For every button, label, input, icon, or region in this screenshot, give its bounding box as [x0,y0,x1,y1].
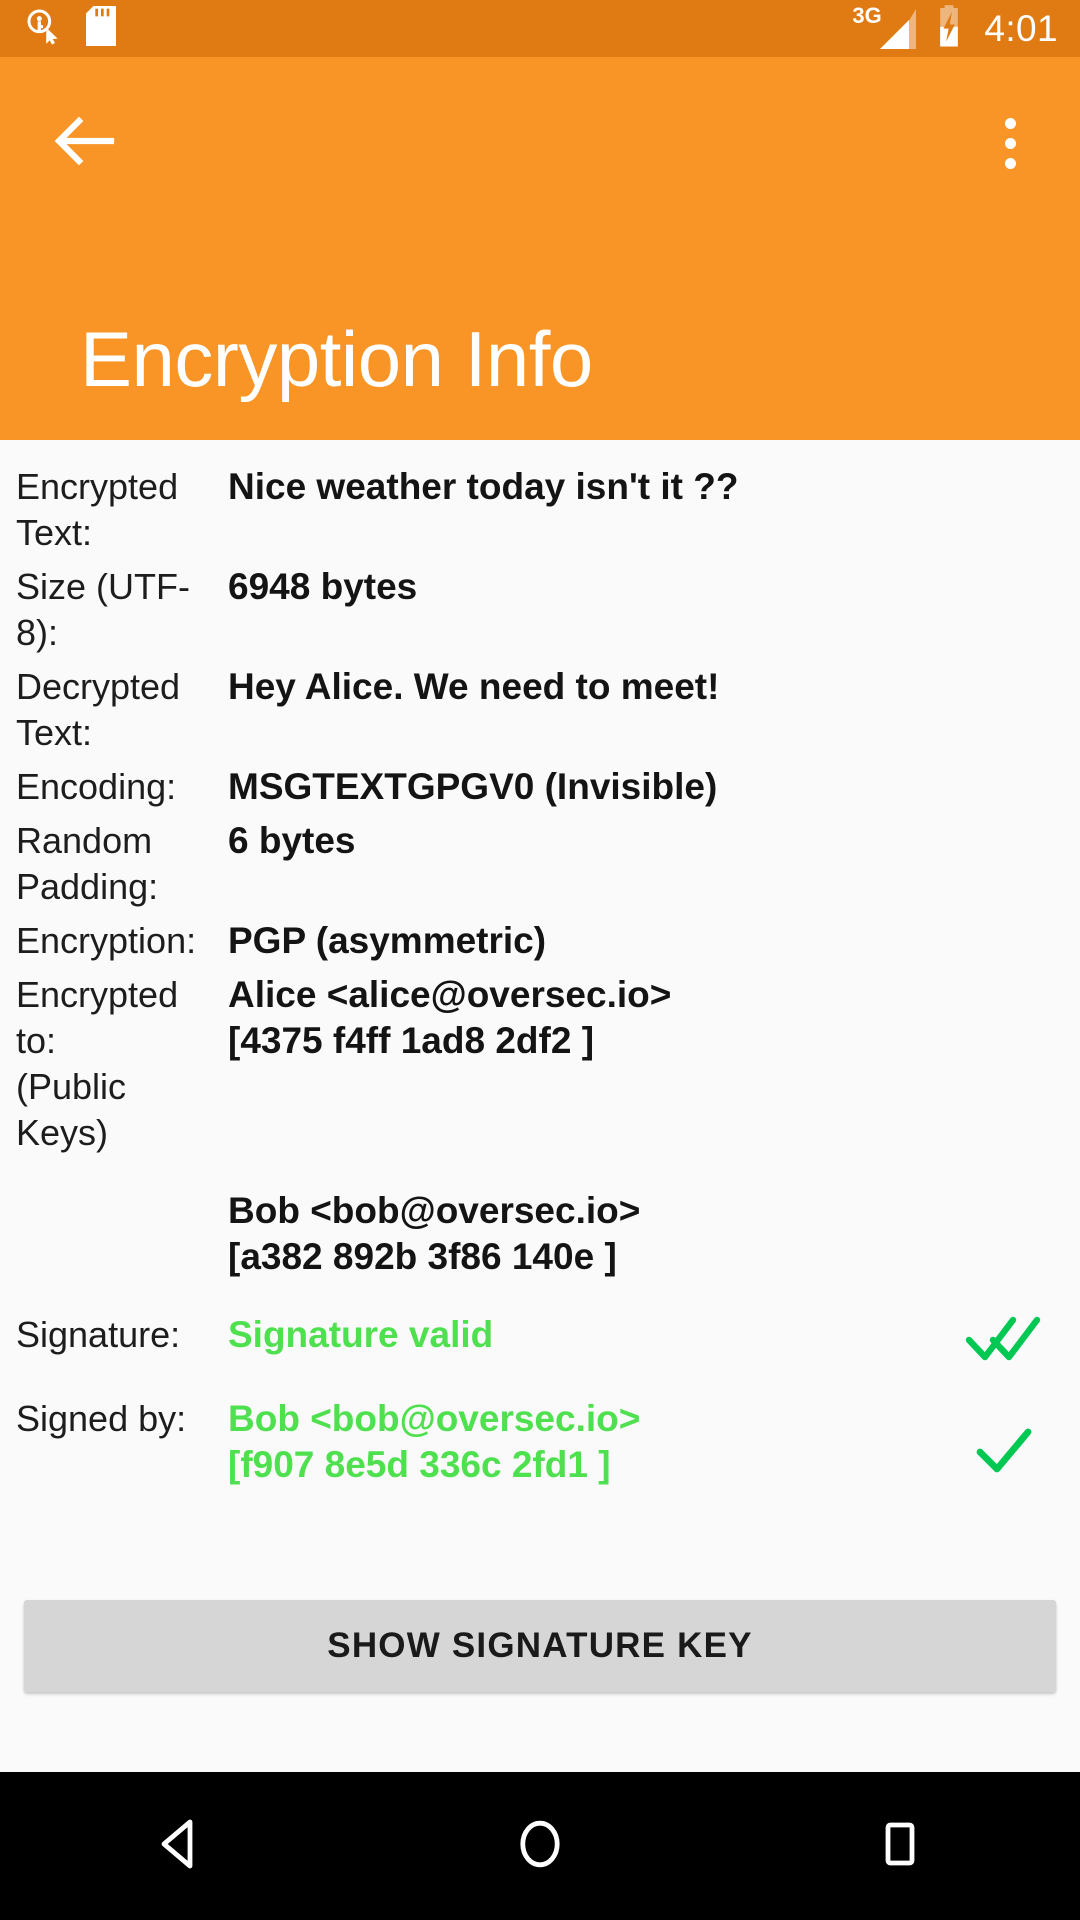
overflow-dot-icon [1004,137,1016,149]
detail-row-label: Signature: [16,1314,181,1355]
detail-row: Bob <bob@oversec.io> [a382 892b 3f86 140… [0,1180,1080,1280]
detail-row: Signed by: Bob <bob@oversec.io> [f907 8e5… [0,1388,1080,1488]
status-bar-system-icons: 3G 4:01 [852,4,1080,53]
nav-home-icon [512,1816,568,1877]
check-slot-empty [944,910,1064,920]
status-bar: 3G 4:01 [0,0,1080,57]
nav-recents-button[interactable] [820,1772,980,1920]
check-slot-empty [944,756,1064,766]
check-slot-empty [944,556,1064,566]
more-options-button[interactable] [962,95,1058,191]
battery-charging-icon [934,4,964,53]
detail-row-label: Encrypted to: (Public Keys) [16,974,179,1153]
detail-rows: Encrypted Text: Nice weather today isn't … [0,440,1080,1488]
status-bar-notification-icons [0,6,116,51]
back-arrow-icon [53,113,115,174]
double-check-icon [944,1304,1064,1366]
detail-row: Random Padding: 6 bytes [0,810,1080,910]
detail-row-value: Alice <alice@oversec.io> [4375 f4ff 1ad8… [228,974,672,1061]
detail-row-value: 6948 bytes [228,566,418,607]
detail-row-value: Bob <bob@oversec.io> [a382 892b 3f86 140… [228,1190,641,1277]
detail-row: Decrypted Text: Hey Alice. We need to mee… [0,656,1080,756]
detail-row-value: PGP (asymmetric) [228,920,547,961]
detail-row: Encoding: MSGTEXTGPGV0 (Invisible) [0,756,1080,810]
nav-back-icon [152,1816,208,1877]
oversec-key-icon [24,6,64,51]
overflow-dot-icon [1004,117,1016,129]
detail-row-label: Encrypted Text: [16,466,179,553]
check-slot-empty [944,810,1064,820]
detail-row-label: Decrypted Text: [16,666,181,753]
show-signature-key-container: SHOW SIGNATURE KEY [0,1600,1080,1692]
check-slot-empty [944,456,1064,466]
detail-row-value: Hey Alice. We need to meet! [228,666,720,707]
detail-row-label: Encoding: [16,766,177,807]
detail-row-value: MSGTEXTGPGV0 (Invisible) [228,766,718,807]
app-bar: Encryption Info [0,57,1080,440]
detail-row-label: Signed by: [16,1398,187,1439]
check-icon [944,1388,1064,1478]
detail-row-value: 6 bytes [228,820,356,861]
detail-row: Encryption: PGP (asymmetric) [0,910,1080,964]
back-button[interactable] [36,95,132,191]
detail-row-value: Bob <bob@oversec.io> [f907 8e5d 336c 2fd… [228,1398,641,1485]
detail-row-value: Nice weather today isn't it ?? [228,466,739,507]
detail-row: Encrypted Text: Nice weather today isn't … [0,456,1080,556]
detail-row-label: Size (UTF-8): [16,566,190,653]
app-screen: 3G 4:01 Encryption Info Encrypted Text: … [0,0,1080,1920]
sd-card-icon [86,6,116,51]
clock: 4:01 [984,8,1058,49]
detail-row: Size (UTF-8): 6948 bytes [0,556,1080,656]
check-slot-empty [944,656,1064,666]
encryption-info-content: Encrypted Text: Nice weather today isn't … [0,440,1080,1772]
detail-row-label [16,1180,228,1188]
check-slot-empty [944,1180,1064,1190]
nav-home-button[interactable] [460,1772,620,1920]
show-signature-key-button[interactable]: SHOW SIGNATURE KEY [24,1600,1056,1692]
check-slot-empty [944,964,1064,974]
detail-row-value: Signature valid [228,1314,494,1355]
detail-row: Encrypted to: (Public Keys) Alice <alice@… [0,964,1080,1156]
row-spacer [0,1156,1080,1180]
nav-recents-icon [872,1816,928,1877]
row-spacer [0,1366,1080,1388]
system-navigation-bar [0,1772,1080,1920]
nav-back-button[interactable] [100,1772,260,1920]
detail-row-label: Random Padding: [16,820,159,907]
row-spacer [0,1280,1080,1304]
detail-row-label: Encryption: [16,920,197,961]
overflow-dot-icon [1004,157,1016,169]
signal-3g-icon: 3G [852,4,920,51]
detail-row: Signature: Signature valid [0,1304,1080,1366]
page-title: Encryption Info [80,315,593,403]
